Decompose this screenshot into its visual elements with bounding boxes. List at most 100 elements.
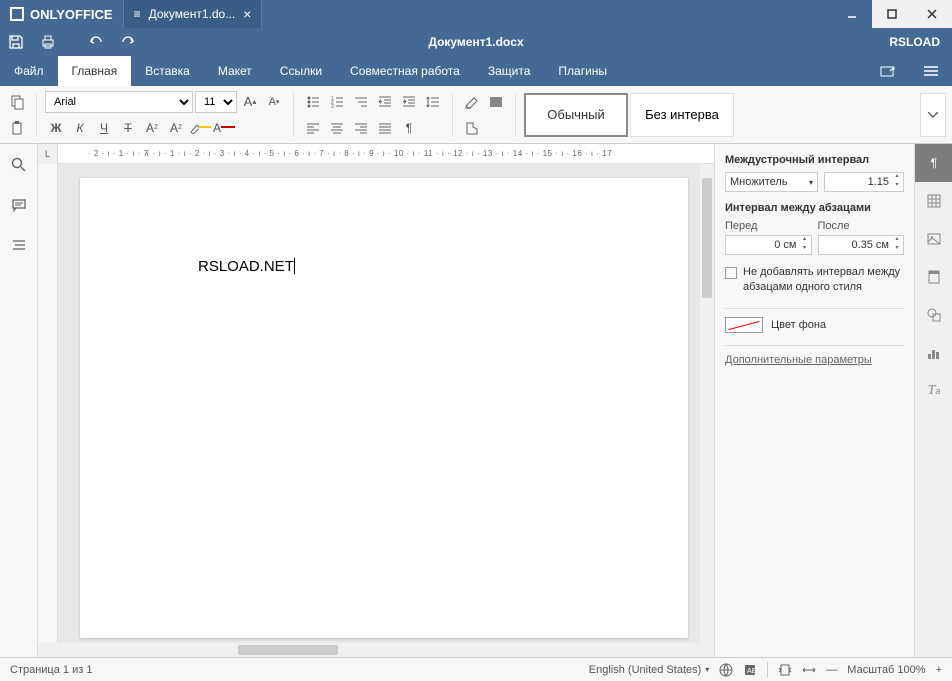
- horizontal-scrollbar[interactable]: [38, 643, 714, 657]
- no-add-space-check[interactable]: Не добавлять интервал между абзацами одн…: [725, 265, 904, 296]
- menu-file[interactable]: Файл: [0, 56, 58, 86]
- copy-button[interactable]: [6, 91, 28, 113]
- font-name-select[interactable]: Arial: [45, 91, 193, 113]
- maximize-button[interactable]: [872, 0, 912, 28]
- menu-layout[interactable]: Макет: [204, 56, 266, 86]
- right-sidebar: ¶ Ta: [914, 144, 952, 657]
- numbering-button[interactable]: 123: [326, 91, 348, 113]
- subscript-button[interactable]: A2: [165, 117, 187, 139]
- paragraph-tab-icon[interactable]: ¶: [915, 144, 952, 182]
- titlebar: ONLYOFFICE ≡ Документ1.do... ×: [0, 0, 952, 28]
- font-color-button[interactable]: A: [213, 117, 235, 139]
- line-spacing-type-select[interactable]: Множитель▾: [725, 172, 818, 192]
- menu-protect[interactable]: Защита: [474, 56, 545, 86]
- bold-button[interactable]: Ж: [45, 117, 67, 139]
- comments-icon[interactable]: [8, 194, 30, 216]
- workspace: L · 2 · ı · 1 · ı · ⊼ · ı · 1 · ı · 2 · …: [0, 144, 952, 657]
- ruler-vertical[interactable]: [38, 164, 58, 643]
- line-spacing-button[interactable]: [422, 91, 444, 113]
- ruler-h-scale[interactable]: · 2 · ı · 1 · ı · ⊼ · ı · 1 · ı · 2 · ı …: [58, 144, 714, 163]
- redo-button[interactable]: [112, 28, 144, 56]
- shape-tab-icon[interactable]: [915, 296, 952, 334]
- shading-button[interactable]: [485, 91, 507, 113]
- highlight-button[interactable]: [189, 117, 211, 139]
- line-spacing-title: Междустрочный интервал: [725, 154, 904, 166]
- chart-tab-icon[interactable]: [915, 334, 952, 372]
- style-nospacing[interactable]: Без интерва: [630, 93, 734, 137]
- language-selector[interactable]: English (United States) ▾: [589, 664, 710, 676]
- menubar: Файл Главная Вставка Макет Ссылки Совмес…: [0, 56, 952, 86]
- checkbox-icon[interactable]: [725, 267, 737, 279]
- align-center-button[interactable]: [326, 117, 348, 139]
- ribbon: Arial 11 A▴ A▾ Ж К Ч T A2 A2 A 123: [0, 86, 952, 144]
- zoom-in-button[interactable]: +: [936, 664, 942, 676]
- menu-collab[interactable]: Совместная работа: [336, 56, 474, 86]
- paragraph-panel: Междустрочный интервал Множитель▾ 1.15▴▾…: [714, 144, 914, 657]
- outdent-button[interactable]: [374, 91, 396, 113]
- vertical-scrollbar[interactable]: [700, 164, 714, 643]
- style-normal[interactable]: Обычный: [524, 93, 628, 137]
- undo-button[interactable]: [80, 28, 112, 56]
- advanced-settings-link[interactable]: Дополнительные параметры: [725, 354, 904, 366]
- page-indicator[interactable]: Страница 1 из 1: [10, 664, 92, 676]
- page[interactable]: RSLOAD.NET: [80, 178, 688, 638]
- close-tab-icon[interactable]: ×: [243, 6, 251, 22]
- spacing-after-input[interactable]: 0.35 см▴▾: [818, 235, 905, 255]
- table-tab-icon[interactable]: [915, 182, 952, 220]
- font-size-select[interactable]: 11: [195, 91, 237, 113]
- multilevel-button[interactable]: [350, 91, 372, 113]
- zoom-label[interactable]: Масштаб 100%: [847, 664, 925, 676]
- clear-format-button[interactable]: [461, 91, 483, 113]
- tracking-icon[interactable]: AБВ: [743, 663, 757, 677]
- fit-page-icon[interactable]: [778, 663, 792, 677]
- copy-style-button[interactable]: [461, 117, 483, 139]
- document-tab[interactable]: ≡ Документ1.do... ×: [123, 0, 263, 28]
- save-button[interactable]: [0, 28, 32, 56]
- spellcheck-icon[interactable]: [719, 663, 733, 677]
- page-container[interactable]: RSLOAD.NET: [58, 164, 714, 643]
- nonprinting-button[interactable]: ¶: [398, 117, 420, 139]
- close-button[interactable]: [912, 0, 952, 28]
- minimize-button[interactable]: [832, 0, 872, 28]
- statusbar: Страница 1 из 1 English (United States) …: [0, 657, 952, 681]
- paste-button[interactable]: [6, 117, 28, 139]
- align-right-button[interactable]: [350, 117, 372, 139]
- headings-icon[interactable]: [8, 234, 30, 256]
- ruler-horizontal[interactable]: L · 2 · ı · 1 · ı · ⊼ · ı · 1 · ı · 2 · …: [38, 144, 714, 164]
- strike-button[interactable]: T: [117, 117, 139, 139]
- spacing-before-input[interactable]: 0 см▴▾: [725, 235, 812, 255]
- open-location-button[interactable]: [866, 56, 910, 86]
- italic-button[interactable]: К: [69, 117, 91, 139]
- bg-color-swatch[interactable]: [725, 317, 763, 333]
- app-name: ONLYOFFICE: [30, 7, 113, 22]
- document-text[interactable]: RSLOAD.NET: [198, 258, 294, 275]
- style-gallery-expand[interactable]: [920, 93, 946, 137]
- menu-home[interactable]: Главная: [58, 56, 132, 86]
- underline-button[interactable]: Ч: [93, 117, 115, 139]
- hamburger-button[interactable]: [910, 56, 952, 86]
- para-spacing-title: Интервал между абзацами: [725, 202, 904, 214]
- fit-width-icon[interactable]: [802, 663, 816, 677]
- textart-tab-icon[interactable]: Ta: [915, 372, 952, 410]
- menu-plugins[interactable]: Плагины: [544, 56, 621, 86]
- print-button[interactable]: [32, 28, 64, 56]
- font-shrink-button[interactable]: A▾: [263, 91, 285, 113]
- before-label: Перед: [725, 220, 812, 232]
- align-left-button[interactable]: [302, 117, 324, 139]
- doc-title: Документ1.docx: [428, 35, 523, 49]
- header-tab-icon[interactable]: [915, 258, 952, 296]
- font-grow-button[interactable]: A▴: [239, 91, 261, 113]
- svg-text:AБВ: AБВ: [747, 668, 757, 675]
- align-justify-button[interactable]: [374, 117, 396, 139]
- ruler-corner: L: [38, 144, 58, 164]
- superscript-button[interactable]: A2: [141, 117, 163, 139]
- zoom-out-button[interactable]: —: [826, 664, 837, 676]
- menu-links[interactable]: Ссылки: [266, 56, 336, 86]
- menu-insert[interactable]: Вставка: [131, 56, 204, 86]
- search-icon[interactable]: [8, 154, 30, 176]
- bullets-button[interactable]: [302, 91, 324, 113]
- svg-text:2: 2: [331, 100, 334, 106]
- image-tab-icon[interactable]: [915, 220, 952, 258]
- line-spacing-value-input[interactable]: 1.15▴▾: [824, 172, 904, 192]
- indent-button[interactable]: [398, 91, 420, 113]
